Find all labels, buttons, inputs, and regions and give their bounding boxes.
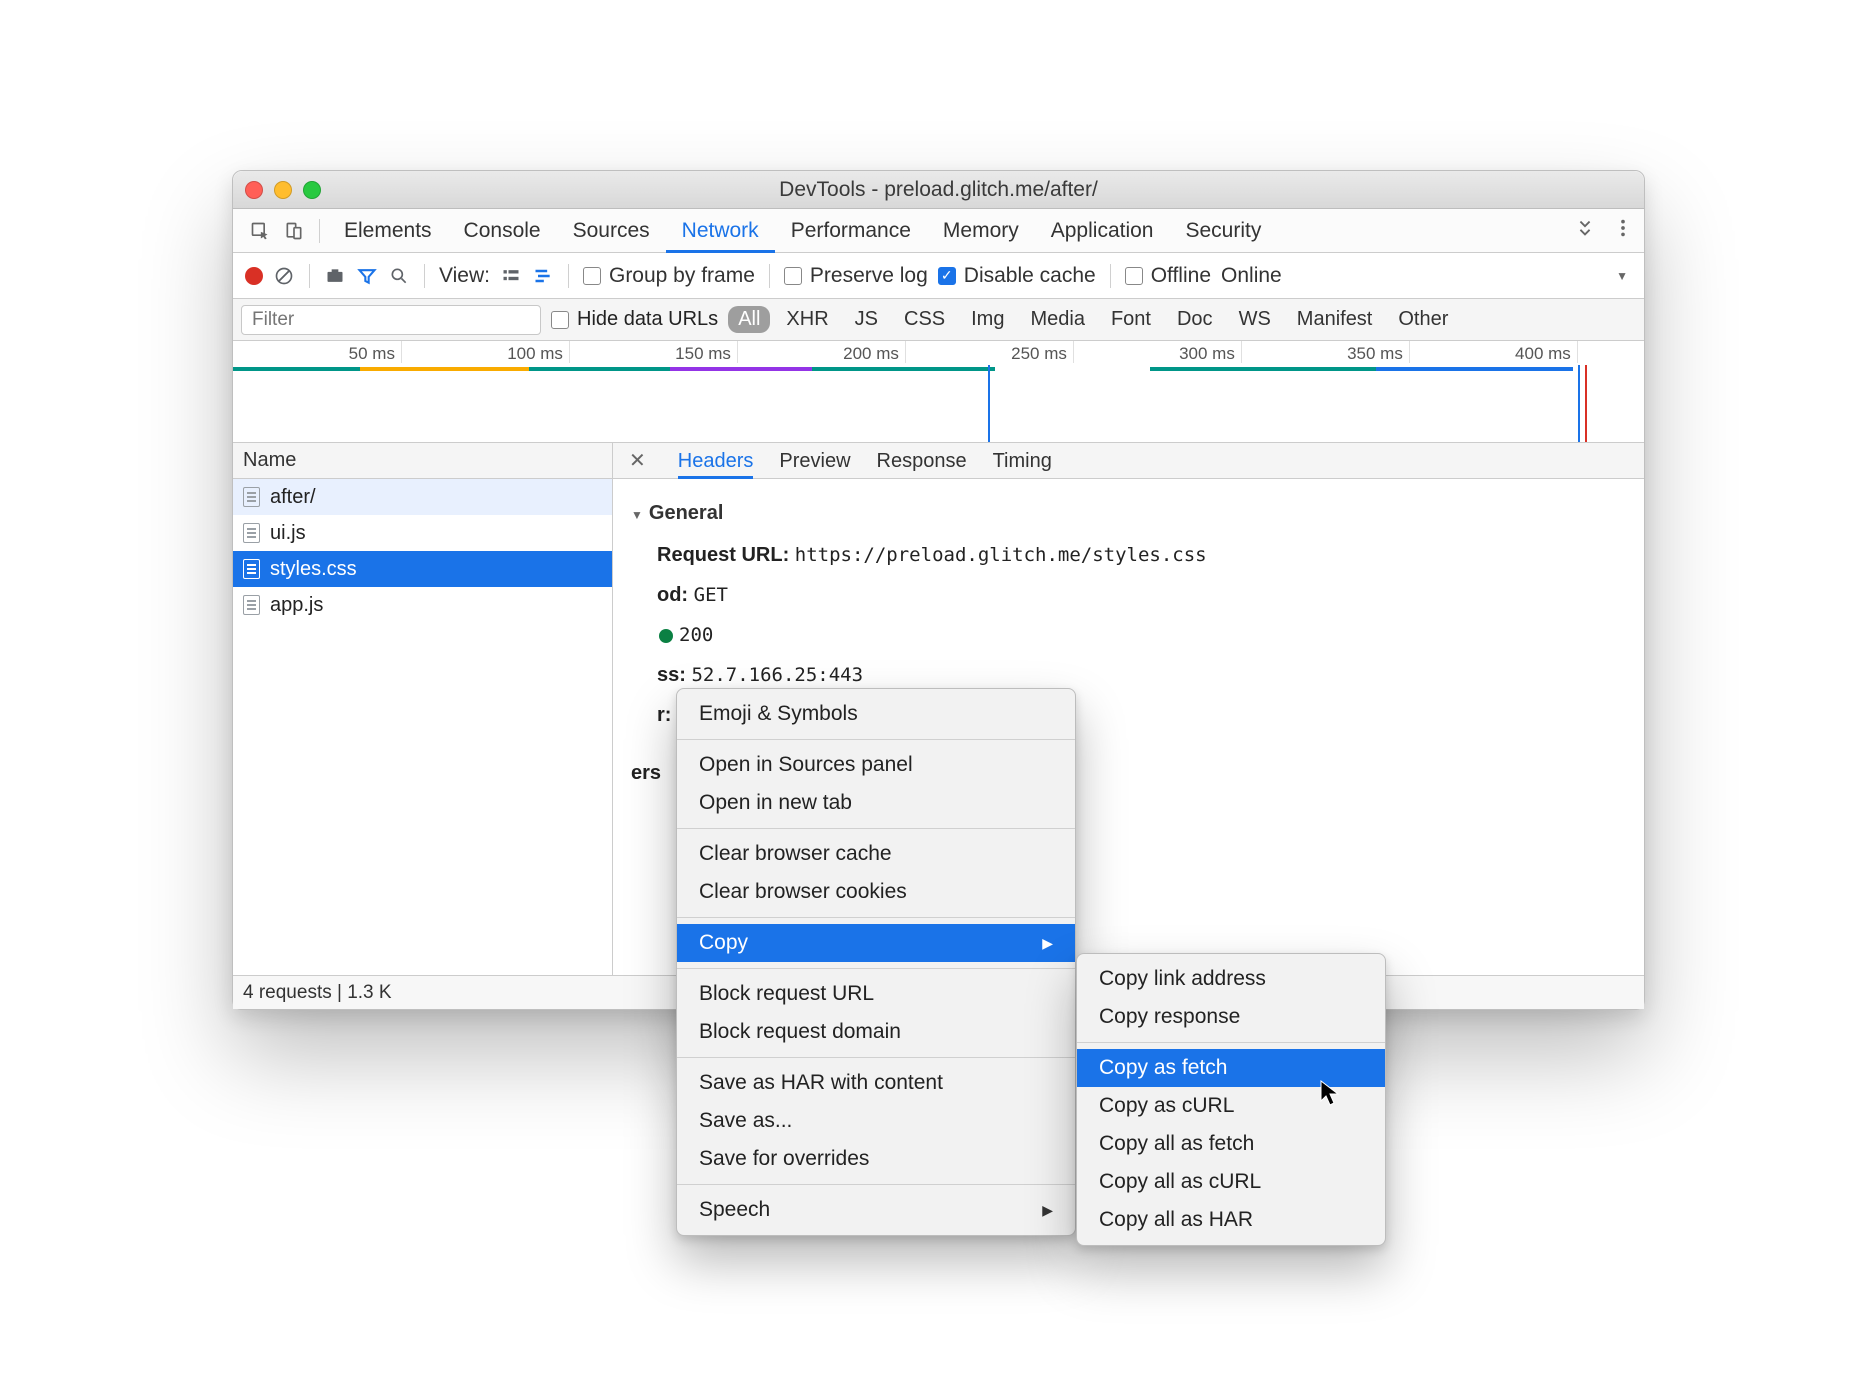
copy-submenu: Copy link addressCopy response Copy as fe…	[1076, 953, 1386, 1246]
tab-performance[interactable]: Performance	[775, 209, 927, 253]
request-list: Name after/ui.js styles.css app.js	[233, 443, 613, 975]
filter-type-css[interactable]: CSS	[894, 306, 955, 333]
detail-tab-preview[interactable]: Preview	[779, 443, 850, 479]
filter-type-manifest[interactable]: Manifest	[1287, 306, 1383, 333]
request-row[interactable]: styles.css	[233, 551, 612, 587]
request-name: app.js	[270, 594, 323, 617]
tab-memory[interactable]: Memory	[927, 209, 1035, 253]
view-label: View:	[439, 264, 490, 288]
network-timeline[interactable]: 50 ms 100 ms 150 ms 200 ms 250 ms 300 ms 350 m…	[233, 341, 1644, 443]
filter-type-font[interactable]: Font	[1101, 306, 1161, 333]
menu-item[interactable]: Save for overrides	[677, 1140, 1075, 1178]
clear-icon[interactable]	[273, 265, 295, 287]
close-detail-icon[interactable]: ✕	[623, 448, 652, 473]
document-icon	[243, 487, 260, 507]
detail-tab-headers[interactable]: Headers	[678, 443, 754, 479]
offline-checkbox[interactable]: Offline	[1125, 264, 1211, 288]
menu-item[interactable]: Save as...	[677, 1102, 1075, 1140]
large-rows-icon[interactable]	[500, 265, 522, 287]
tab-sources[interactable]: Sources	[557, 209, 666, 253]
timeline-tick: 250 ms	[1011, 344, 1073, 364]
menu-item[interactable]: Copy▶	[677, 924, 1075, 962]
preserve-log-checkbox[interactable]: Preserve log	[784, 264, 928, 288]
filter-type-other[interactable]: Other	[1388, 306, 1458, 333]
detail-tab-timing[interactable]: Timing	[993, 443, 1052, 479]
timeline-tick: 100 ms	[507, 344, 569, 364]
menu-item[interactable]: Block request URL	[677, 975, 1075, 1013]
capture-screenshots-icon[interactable]	[324, 265, 346, 287]
menu-item[interactable]: Clear browser cache	[677, 835, 1075, 873]
menu-item[interactable]: Block request domain	[677, 1013, 1075, 1051]
menu-item[interactable]: Open in new tab	[677, 784, 1075, 822]
tab-console[interactable]: Console	[448, 209, 557, 253]
devtools-menu-icon[interactable]	[1612, 217, 1634, 245]
filter-type-js[interactable]: JS	[845, 306, 888, 333]
detail-tabs: ✕ Headers Preview Response Timing	[613, 443, 1644, 479]
menu-item[interactable]: Copy response	[1077, 998, 1385, 1036]
search-icon[interactable]	[388, 265, 410, 287]
tab-network[interactable]: Network	[666, 209, 775, 253]
request-name: styles.css	[270, 558, 357, 581]
timeline-tick: 200 ms	[843, 344, 905, 364]
filter-type-all[interactable]: All	[728, 306, 770, 333]
request-row[interactable]: ui.js	[233, 515, 612, 551]
filter-type-img[interactable]: Img	[961, 306, 1014, 333]
window-title: DevTools - preload.glitch.me/after/	[233, 178, 1644, 202]
filter-type-doc[interactable]: Doc	[1167, 306, 1223, 333]
request-row[interactable]: after/	[233, 479, 612, 515]
device-toolbar-icon[interactable]	[277, 209, 311, 253]
document-icon	[243, 559, 260, 579]
filter-type-media[interactable]: Media	[1020, 306, 1094, 333]
request-row[interactable]: app.js	[233, 587, 612, 623]
network-filterbar: Hide data URLs AllXHR JSCSSImgMedia FontDo…	[233, 299, 1644, 341]
status-dot-icon	[659, 629, 673, 643]
detail-tab-response[interactable]: Response	[877, 443, 967, 479]
submenu-arrow-icon: ▶	[1042, 1202, 1053, 1219]
menu-item[interactable]: Copy all as fetch	[1077, 1125, 1385, 1163]
filter-input[interactable]	[241, 305, 541, 335]
menu-item[interactable]: Copy link address	[1077, 960, 1385, 998]
filter-toggle-icon[interactable]	[356, 265, 378, 287]
menu-item[interactable]: Copy all as HAR	[1077, 1201, 1385, 1239]
tabs-overflow-icon[interactable]	[1574, 217, 1596, 245]
group-by-frame-checkbox[interactable]: Group by frame	[583, 264, 755, 288]
waterfall-view-icon[interactable]	[532, 265, 554, 287]
context-menu: Emoji & Symbols Open in Sources panelOpen…	[676, 688, 1076, 1236]
devtools-tabstrip: ElementsConsoleSourcesNetworkPerformance…	[233, 209, 1644, 253]
window-titlebar: DevTools - preload.glitch.me/after/	[233, 171, 1644, 209]
tab-application[interactable]: Application	[1035, 209, 1170, 253]
filter-type-xhr[interactable]: XHR	[776, 306, 838, 333]
tab-security[interactable]: Security	[1169, 209, 1277, 253]
filter-type-ws[interactable]: WS	[1229, 306, 1281, 333]
timeline-tick: 300 ms	[1179, 344, 1241, 364]
timeline-tick: 400 ms	[1515, 344, 1577, 364]
document-icon	[243, 595, 260, 615]
disable-cache-checkbox[interactable]: ✓Disable cache	[938, 264, 1096, 288]
submenu-arrow-icon: ▶	[1042, 935, 1053, 952]
menu-item[interactable]: Copy as fetch	[1077, 1049, 1385, 1087]
menu-item[interactable]: Emoji & Symbols	[677, 695, 1075, 733]
timeline-tick: 50 ms	[349, 344, 401, 364]
menu-item[interactable]: Open in Sources panel	[677, 746, 1075, 784]
request-name: after/	[270, 486, 316, 509]
menu-item[interactable]: Save as HAR with content	[677, 1064, 1075, 1102]
tab-elements[interactable]: Elements	[328, 209, 448, 253]
throttling-select[interactable]: Online	[1221, 264, 1282, 288]
inspect-element-icon[interactable]	[243, 209, 277, 253]
network-toolbar: View: Group by frame Preserve log ✓Disab…	[233, 253, 1644, 299]
document-icon	[243, 523, 260, 543]
timeline-tick: 350 ms	[1347, 344, 1409, 364]
toolbar-dropdown-icon[interactable]: ▼	[1616, 269, 1628, 283]
headers-general-section[interactable]: ▼General	[631, 493, 1626, 535]
hide-data-urls-checkbox[interactable]: Hide data URLs	[551, 308, 718, 331]
menu-item[interactable]: Speech▶	[677, 1191, 1075, 1229]
column-header-name[interactable]: Name	[233, 443, 612, 479]
menu-item[interactable]: Clear browser cookies	[677, 873, 1075, 911]
menu-item[interactable]: Copy as cURL	[1077, 1087, 1385, 1125]
timeline-tick: 150 ms	[675, 344, 737, 364]
request-name: ui.js	[270, 522, 306, 545]
menu-item[interactable]: Copy all as cURL	[1077, 1163, 1385, 1201]
record-button[interactable]	[245, 267, 263, 285]
